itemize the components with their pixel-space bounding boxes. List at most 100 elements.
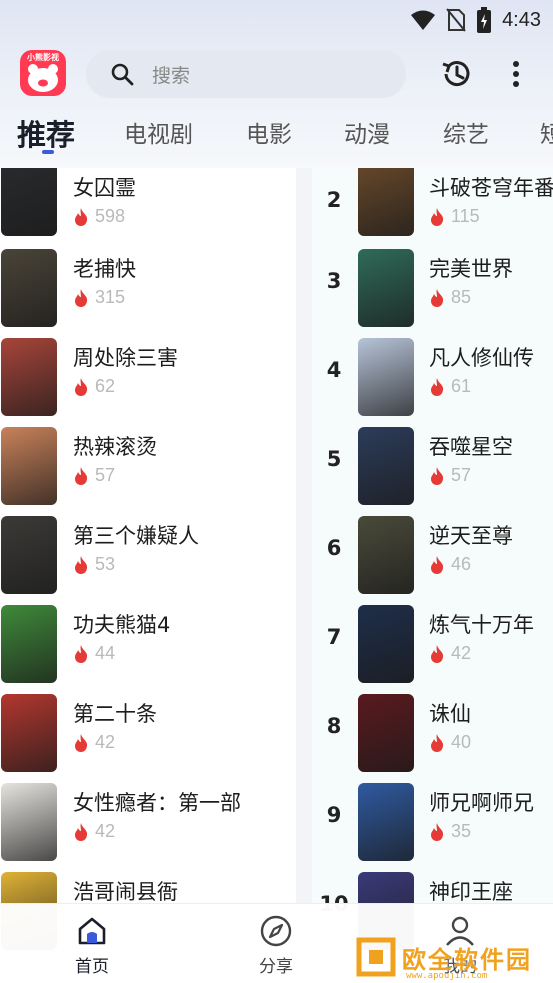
- flame-icon: [431, 822, 444, 841]
- compass-icon: [260, 915, 292, 947]
- rank-number: 7: [326, 625, 342, 649]
- flame-icon: [431, 644, 444, 663]
- search-placeholder: 搜索: [152, 64, 191, 87]
- flame-icon: [75, 733, 88, 752]
- heat-count: 42: [73, 732, 115, 753]
- item-title: 凡人修仙传: [429, 346, 534, 370]
- heat-count: 85: [429, 287, 471, 308]
- heat-count: 61: [429, 376, 471, 397]
- poster-image: [1, 516, 57, 594]
- list-item[interactable]: 第二十条 42: [0, 694, 296, 783]
- poster-image: [1, 249, 57, 327]
- poster-image: [358, 338, 414, 416]
- flame-icon: [75, 555, 88, 574]
- heat-count: 57: [429, 465, 471, 486]
- heat-count: 62: [73, 376, 115, 397]
- heat-count: 44: [73, 643, 115, 664]
- more-options-icon[interactable]: [504, 56, 528, 92]
- flame-icon: [75, 377, 88, 396]
- nav-home[interactable]: 首页: [47, 914, 137, 977]
- heat-count: 315: [73, 287, 125, 308]
- active-tab-indicator: [42, 150, 54, 154]
- nav-share[interactable]: 分享: [231, 914, 321, 977]
- search-input[interactable]: 搜索: [86, 50, 406, 98]
- item-title: 周处除三害: [73, 346, 178, 370]
- rank-number: 2: [326, 188, 342, 212]
- hot-list-right: 2 斗破苍穹年番 115 3 完美世界 85 4 凡人修仙传 61 5 吞噬星空…: [312, 168, 553, 983]
- poster-image: [358, 605, 414, 683]
- app-logo[interactable]: 小熊影视: [20, 50, 66, 96]
- list-item[interactable]: 6 逆天至尊 46: [312, 516, 553, 605]
- list-item[interactable]: 女囚霊 598: [0, 168, 296, 257]
- status-icons: 4:43: [410, 6, 541, 34]
- list-item[interactable]: 第三个嫌疑人 53: [0, 516, 296, 605]
- hot-list-left: 女囚霊 598 老捕快 315 周处除三害 62 热辣滚烫 57 第三个嫌疑人: [0, 168, 296, 983]
- flame-icon: [431, 555, 444, 574]
- list-item[interactable]: 功夫熊猫4 44: [0, 605, 296, 694]
- rank-number: 9: [326, 803, 342, 827]
- poster-image: [1, 605, 57, 683]
- list-item[interactable]: 2 斗破苍穹年番 115: [312, 168, 553, 257]
- search-icon: [111, 63, 134, 86]
- tab-variety[interactable]: 综艺: [443, 112, 489, 162]
- watermark-logo-icon: [356, 937, 396, 977]
- column-divider: [296, 168, 312, 983]
- item-title: 炼气十万年: [429, 613, 534, 637]
- heat-count: 53: [73, 554, 115, 575]
- heat-count: 598: [73, 206, 125, 227]
- item-title: 吞噬星空: [429, 435, 513, 459]
- item-title: 斗破苍穹年番: [429, 176, 553, 200]
- tab-anime[interactable]: 动漫: [344, 112, 390, 162]
- list-item[interactable]: 9 师兄啊师兄 35: [312, 783, 553, 872]
- flame-icon: [75, 207, 88, 226]
- heat-count: 42: [429, 643, 471, 664]
- poster-image: [1, 694, 57, 772]
- tab-short[interactable]: 短: [540, 112, 553, 162]
- home-icon: [78, 917, 106, 945]
- tab-tv-series[interactable]: 电视剧: [124, 112, 193, 162]
- list-item[interactable]: 3 完美世界 85: [312, 249, 553, 338]
- item-title: 浩哥闹县衙: [73, 880, 178, 904]
- item-title: 女性瘾者：第一部: [73, 791, 241, 815]
- heat-count: 40: [429, 732, 471, 753]
- list-item[interactable]: 热辣滚烫 57: [0, 427, 296, 516]
- battery-charging-icon: [477, 7, 492, 33]
- list-item[interactable]: 8 诛仙 40: [312, 694, 553, 783]
- poster-image: [1, 168, 57, 236]
- tab-movie[interactable]: 电影: [246, 112, 292, 162]
- flame-icon: [431, 207, 444, 226]
- item-title: 神印王座: [429, 880, 513, 904]
- list-item[interactable]: 老捕快 315: [0, 249, 296, 338]
- poster-image: [1, 338, 57, 416]
- item-title: 完美世界: [429, 257, 513, 281]
- history-icon[interactable]: [438, 56, 474, 92]
- list-item[interactable]: 女性瘾者：第一部 42: [0, 783, 296, 872]
- item-title: 功夫熊猫4: [73, 613, 171, 637]
- watermark: 欧全软件园 www.apoujin.com: [356, 935, 548, 981]
- poster-image: [358, 516, 414, 594]
- list-item[interactable]: 7 炼气十万年 42: [312, 605, 553, 694]
- item-title: 老捕快: [73, 257, 136, 281]
- list-item[interactable]: 5 吞噬星空 57: [312, 427, 553, 516]
- flame-icon: [431, 288, 444, 307]
- category-tabs: 推荐 电视剧 电影 动漫 综艺 短: [0, 112, 553, 162]
- heat-count: 42: [73, 821, 115, 842]
- item-title: 第三个嫌疑人: [73, 524, 199, 548]
- item-title: 逆天至尊: [429, 524, 513, 548]
- status-time: 4:43: [502, 8, 541, 31]
- poster-image: [358, 249, 414, 327]
- poster-image: [358, 168, 414, 236]
- tab-recommend[interactable]: 推荐: [17, 112, 75, 162]
- poster-image: [1, 783, 57, 861]
- flame-icon: [75, 822, 88, 841]
- rank-number: 5: [326, 447, 342, 471]
- poster-image: [1, 427, 57, 505]
- list-item[interactable]: 4 凡人修仙传 61: [312, 338, 553, 427]
- item-title: 师兄啊师兄: [429, 791, 534, 815]
- list-item[interactable]: 周处除三害 62: [0, 338, 296, 427]
- no-sim-icon: [446, 8, 466, 32]
- item-title: 诛仙: [429, 702, 471, 726]
- heat-count: 115: [429, 206, 480, 227]
- rank-number: 4: [326, 358, 342, 382]
- poster-image: [358, 427, 414, 505]
